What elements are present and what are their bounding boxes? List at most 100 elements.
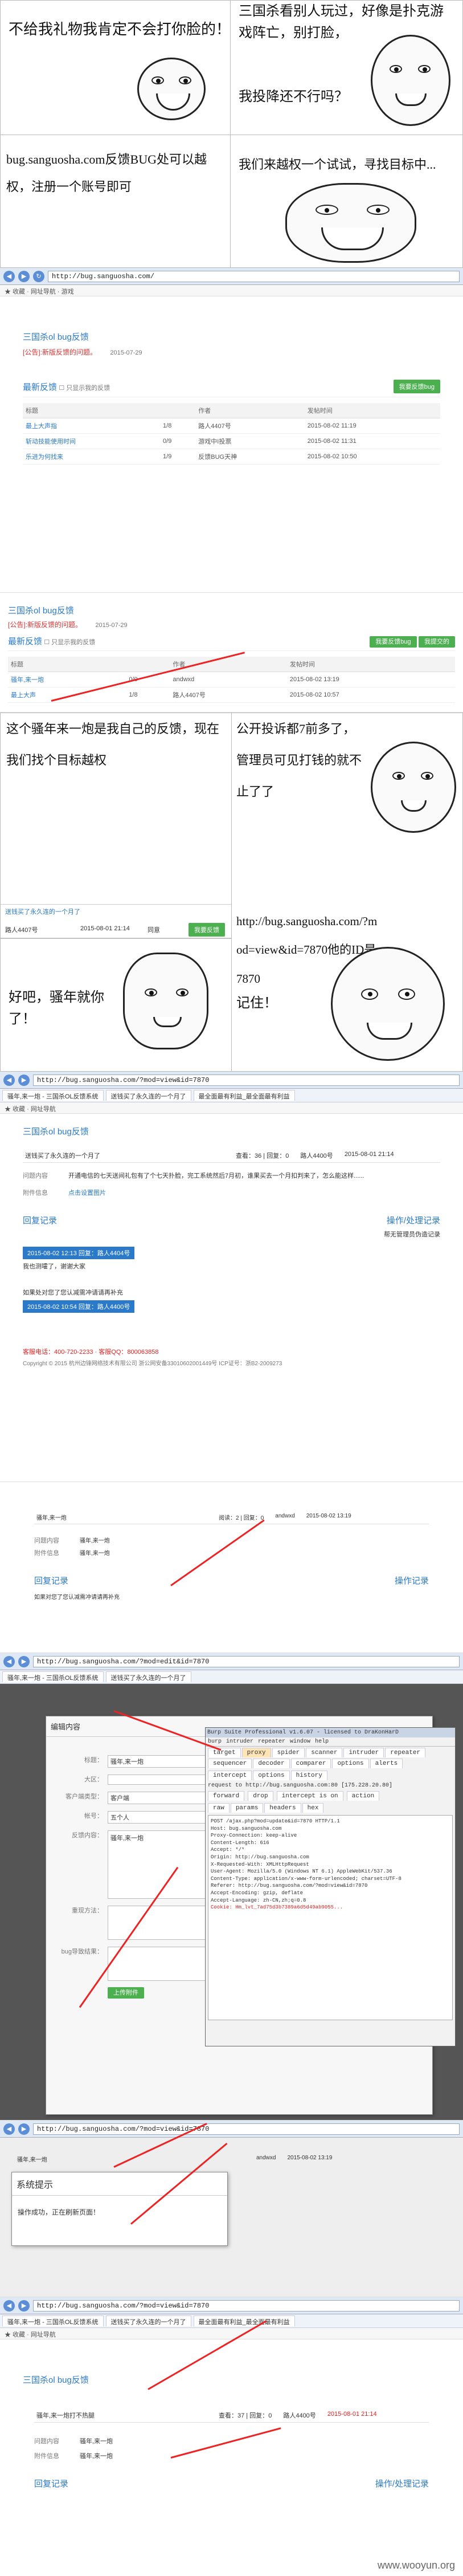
field-label: 标题：: [84, 1757, 103, 1764]
page-title[interactable]: 三国杀ol bug反馈: [23, 1125, 440, 1137]
issue-header: 骚年,来一炮打不热腿 查看：37 | 回复：0 路人4400号 2015-08-…: [34, 2408, 429, 2423]
mouth-icon: [156, 93, 190, 111]
field-select[interactable]: 客户端: [108, 1792, 210, 1804]
table-row[interactable]: 乐进为何找来 1/9 反馈BUG天神 2015-08-02 10:50: [23, 449, 440, 465]
attachment-link[interactable]: 点击设置图片: [68, 1188, 106, 1197]
row-time: 2015-08-02 11:31: [304, 433, 440, 449]
issue-row[interactable]: 送钱买了永久连的一个月了 路人4407号 2015-08-01 21:14 同意…: [1, 904, 231, 938]
row-title[interactable]: 送钱买了永久连的一个月了: [5, 907, 80, 916]
notice[interactable]: [公告]:新版反馈的问题。 2015-07-29: [8, 620, 455, 629]
browser-screenshot-3: ◀ ▶ http://bug.sanguosha.com/?mod=view&i…: [0, 1072, 463, 1482]
burp-request-body[interactable]: POST /ajax.php?mod=update&id=7870 HTTP/1…: [208, 1815, 453, 2020]
burp-menu-item[interactable]: burp: [208, 1739, 222, 1745]
row-title[interactable]: 骚年,来一炮: [8, 672, 126, 687]
row-count: 1/9: [160, 449, 196, 465]
tab[interactable]: 送钱买了永久连的一个月了: [105, 1671, 191, 1682]
back-icon[interactable]: ◀: [3, 2123, 15, 2135]
feedback-button[interactable]: 我要反馈: [189, 923, 225, 937]
drop-button[interactable]: drop: [248, 1791, 273, 1801]
tab[interactable]: 送钱买了永久连的一个月了: [105, 1090, 191, 1101]
table-row[interactable]: 最上大声指 1/8 路人4407号 2015-08-02 11:19: [23, 418, 440, 434]
upload-button[interactable]: 上传附件: [108, 1987, 144, 1999]
back-icon[interactable]: ◀: [3, 1074, 15, 1086]
notice-text[interactable]: [公告]:新版反馈的问题。: [8, 621, 82, 629]
burp-view-tab[interactable]: headers: [264, 1803, 301, 1813]
row-title[interactable]: 斩动技能使用时间: [23, 433, 161, 449]
tab[interactable]: 骚年,来一炮 - 三国杀OL反馈系统: [2, 1671, 104, 1682]
field-textarea[interactable]: [108, 1947, 210, 1981]
forward-icon[interactable]: ▶: [18, 1074, 30, 1086]
back-icon[interactable]: ◀: [3, 270, 15, 282]
burp-view-tab[interactable]: raw: [208, 1803, 230, 1813]
burp-tab[interactable]: target: [208, 1748, 241, 1757]
only-mine-checkbox[interactable]: ☐ 只显示我的反馈: [44, 639, 95, 646]
forward-icon[interactable]: ▶: [18, 1655, 30, 1667]
notice-text[interactable]: [公告]:新版反馈的问题。: [23, 348, 97, 356]
page-title[interactable]: 三国杀ol bug反馈: [8, 604, 455, 616]
burp-subtab[interactable]: intercept: [208, 1771, 252, 1780]
action-button[interactable]: action: [346, 1791, 380, 1801]
my-submissions-button[interactable]: 我提交的: [419, 636, 455, 648]
address-bar[interactable]: http://bug.sanguosha.com/: [48, 270, 460, 282]
back-icon[interactable]: ◀: [3, 1655, 15, 1667]
burp-subtab[interactable]: options: [253, 1771, 290, 1780]
field-input[interactable]: [108, 1775, 210, 1785]
submit-bug-button[interactable]: 我要反馈bug: [370, 636, 417, 648]
forward-button[interactable]: forward: [208, 1791, 245, 1801]
burp-tab[interactable]: options: [332, 1759, 369, 1768]
refresh-icon[interactable]: ↻: [33, 270, 44, 282]
submit-bug-button[interactable]: 我要反馈bug: [393, 380, 440, 393]
burp-menu-item[interactable]: window: [290, 1739, 310, 1745]
burp-tab[interactable]: proxy: [241, 1748, 271, 1757]
feedback-table: 标题 作者发帖时间 骚年,来一炮0/0andwxd2015-08-02 13:19…: [8, 657, 455, 703]
address-bar[interactable]: http://bug.sanguosha.com/?mod=view&id=78…: [33, 2300, 460, 2312]
field-textarea[interactable]: 骚年,来一炮: [108, 1830, 210, 1899]
comic-panel-1: 不给我礼物我肯定不会打你脸的！ 三国杀看别人玩过，好像是扑克游戏阵亡，别打脸， …: [0, 0, 463, 268]
field-input[interactable]: 骚年,来一炮: [108, 1755, 210, 1768]
field-input[interactable]: 五个人: [108, 1811, 210, 1824]
burp-tab[interactable]: alerts: [370, 1759, 403, 1768]
eye-icon: [316, 205, 338, 215]
row-title[interactable]: 乐进为何找来: [23, 449, 161, 465]
back-icon[interactable]: ◀: [3, 2300, 15, 2312]
reply-header: 回复记录: [34, 1576, 69, 1586]
forward-icon[interactable]: ▶: [18, 270, 30, 282]
tab[interactable]: 最全面最有利益_最全面最有利益: [193, 2315, 295, 2326]
forward-icon[interactable]: ▶: [18, 2123, 30, 2135]
burp-view-tab[interactable]: params: [230, 1803, 264, 1813]
tab[interactable]: 骚年,来一炮 - 三国杀OL反馈系统: [2, 1090, 104, 1101]
tab[interactable]: 最全面最有利益_最全面最有利益: [193, 1090, 295, 1101]
burp-tab[interactable]: sequencer: [208, 1759, 252, 1768]
address-bar[interactable]: http://bug.sanguosha.com/?mod=view&id=78…: [33, 1074, 460, 1086]
only-mine-label: 只显示我的反馈: [66, 384, 110, 392]
forward-icon[interactable]: ▶: [18, 2300, 30, 2312]
table-row[interactable]: 骚年,来一炮0/0andwxd2015-08-02 13:19: [8, 672, 455, 687]
row-time: 2015-08-02 10:57: [286, 687, 455, 703]
only-mine-checkbox[interactable]: ☐ 只显示我的反馈: [59, 385, 110, 392]
notice[interactable]: [公告]:新版反馈的问题。 2015-07-29: [23, 347, 440, 357]
page-title[interactable]: 三国杀ol bug反馈: [23, 2374, 440, 2386]
burp-tab[interactable]: intruder: [343, 1748, 384, 1757]
tab[interactable]: 骚年,来一炮 - 三国杀OL反馈系统: [2, 2315, 104, 2326]
burp-tab[interactable]: repeater: [385, 1748, 426, 1757]
burp-menu-item[interactable]: repeater: [258, 1739, 285, 1745]
page-title[interactable]: 三国杀ol bug反馈: [23, 331, 440, 343]
burp-tab[interactable]: decoder: [253, 1759, 290, 1768]
address-bar[interactable]: http://bug.sanguosha.com/?mod=view&id=78…: [33, 2123, 460, 2135]
address-bar[interactable]: http://bug.sanguosha.com/?mod=edit&id=78…: [33, 1655, 460, 1667]
row-title[interactable]: 最上大声: [8, 687, 126, 703]
field-textarea[interactable]: [108, 1906, 210, 1940]
question-text: 骚年,来一炮: [80, 2438, 113, 2445]
burp-subtab[interactable]: history: [290, 1771, 327, 1780]
eye-icon: [398, 988, 415, 1000]
intercept-toggle[interactable]: intercept is on: [276, 1791, 343, 1801]
burp-menu-item[interactable]: help: [315, 1739, 329, 1745]
tab[interactable]: 送钱买了永久连的一个月了: [105, 2315, 191, 2326]
burp-tab[interactable]: scanner: [306, 1748, 343, 1757]
burp-menu-item[interactable]: intruder: [226, 1739, 253, 1745]
burp-tab[interactable]: spider: [272, 1748, 305, 1757]
burp-view-tab[interactable]: hex: [302, 1803, 324, 1813]
row-title[interactable]: 最上大声指: [23, 418, 161, 434]
burp-tab[interactable]: comparer: [290, 1759, 331, 1768]
table-row[interactable]: 斩动技能使用时间 0/9 游戏中I投票 2015-08-02 11:31: [23, 433, 440, 449]
